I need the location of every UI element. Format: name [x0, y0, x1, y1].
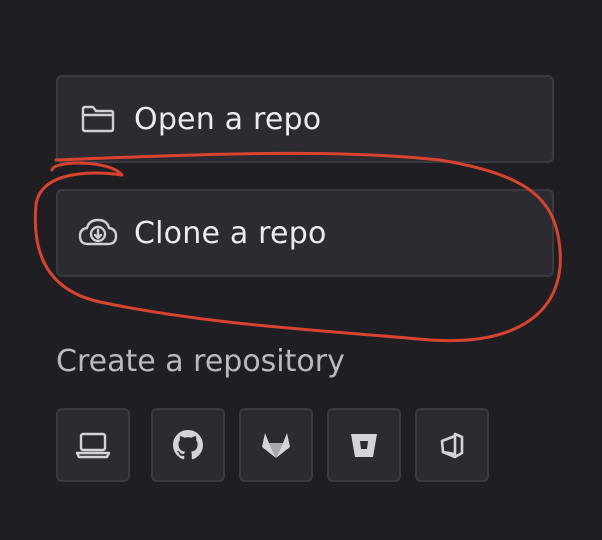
gitlab-button[interactable] — [239, 408, 313, 482]
laptop-icon — [75, 431, 111, 459]
gitlab-icon — [260, 430, 292, 460]
azure-devops-icon — [437, 430, 467, 460]
local-repo-button[interactable] — [56, 408, 130, 482]
github-icon — [173, 430, 203, 460]
clone-repo-label: Clone a repo — [134, 215, 327, 251]
bitbucket-button[interactable] — [327, 408, 401, 482]
clone-repo-button[interactable]: Clone a repo — [56, 189, 554, 277]
azure-devops-button[interactable] — [415, 408, 489, 482]
open-repo-label: Open a repo — [134, 101, 322, 137]
create-repository-title: Create a repository — [56, 344, 345, 379]
folder-icon — [78, 99, 118, 139]
cloud-download-icon — [78, 213, 118, 253]
bitbucket-icon — [349, 431, 379, 459]
github-button[interactable] — [151, 408, 225, 482]
open-repo-button[interactable]: Open a repo — [56, 75, 554, 163]
repo-start-panel: Open a repo Clone a repo Create a reposi… — [0, 0, 602, 540]
